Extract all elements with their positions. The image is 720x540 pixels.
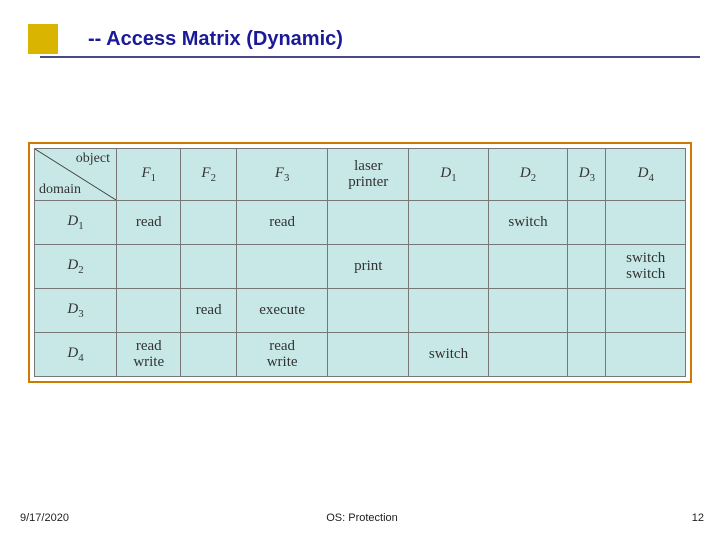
cell — [606, 201, 686, 245]
cell: read — [117, 201, 181, 245]
cell — [409, 245, 488, 289]
cell — [568, 245, 606, 289]
cell: switch — [488, 201, 567, 245]
cell — [328, 201, 409, 245]
cell — [328, 289, 409, 333]
cell — [328, 333, 409, 377]
cell: execute — [236, 289, 327, 333]
col-header: F3 — [236, 149, 327, 201]
footer-center: OS: Protection — [326, 512, 398, 524]
col-header: D3 — [568, 149, 606, 201]
table-row: D3 read execute — [35, 289, 686, 333]
row-header: D3 — [35, 289, 117, 333]
col-header: laserprinter — [328, 149, 409, 201]
cell — [568, 201, 606, 245]
cell — [181, 201, 236, 245]
row-header: D2 — [35, 245, 117, 289]
table-row: D4 readwrite readwrite switch — [35, 333, 686, 377]
footer-page: 12 — [692, 512, 704, 524]
matrix-table: object domain F1 F2 F3 laserprinter D1 D… — [34, 148, 686, 377]
col-header-text: laserprinter — [348, 158, 388, 190]
cell: switch — [409, 333, 488, 377]
cell — [568, 333, 606, 377]
cell — [606, 289, 686, 333]
footer-date: 9/17/2020 — [20, 512, 69, 524]
cell — [488, 245, 567, 289]
col-header: D2 — [488, 149, 567, 201]
cell — [568, 289, 606, 333]
col-header: F1 — [117, 149, 181, 201]
cell — [488, 289, 567, 333]
cell: readwrite — [236, 333, 327, 377]
corner-object-label: object — [76, 151, 110, 167]
cell: print — [328, 245, 409, 289]
cell — [409, 289, 488, 333]
corner-domain-label: domain — [39, 182, 81, 198]
cell — [181, 333, 236, 377]
table-row: D1 read read switch — [35, 201, 686, 245]
col-header: D1 — [409, 149, 488, 201]
cell — [117, 289, 181, 333]
matrix-header-row: object domain F1 F2 F3 laserprinter D1 D… — [35, 149, 686, 201]
corner-cell: object domain — [35, 149, 117, 201]
header-rule — [40, 56, 700, 58]
cell-text: switchswitch — [608, 251, 683, 283]
cell — [181, 245, 236, 289]
cell: readwrite — [117, 333, 181, 377]
cell — [117, 245, 181, 289]
cell: switchswitch — [606, 245, 686, 289]
cell: read — [181, 289, 236, 333]
accent-box — [28, 24, 58, 54]
row-header: D1 — [35, 201, 117, 245]
col-header: D4 — [606, 149, 686, 201]
cell — [409, 201, 488, 245]
access-matrix-table: object domain F1 F2 F3 laserprinter D1 D… — [28, 142, 692, 383]
row-header: D4 — [35, 333, 117, 377]
cell-text: readwrite — [239, 339, 325, 371]
cell: read — [236, 201, 327, 245]
cell — [606, 333, 686, 377]
cell — [488, 333, 567, 377]
col-header: F2 — [181, 149, 236, 201]
slide-title: -- Access Matrix (Dynamic) — [88, 28, 343, 51]
table-row: D2 print switchswitch — [35, 245, 686, 289]
cell-text: readwrite — [119, 339, 178, 371]
cell — [236, 245, 327, 289]
